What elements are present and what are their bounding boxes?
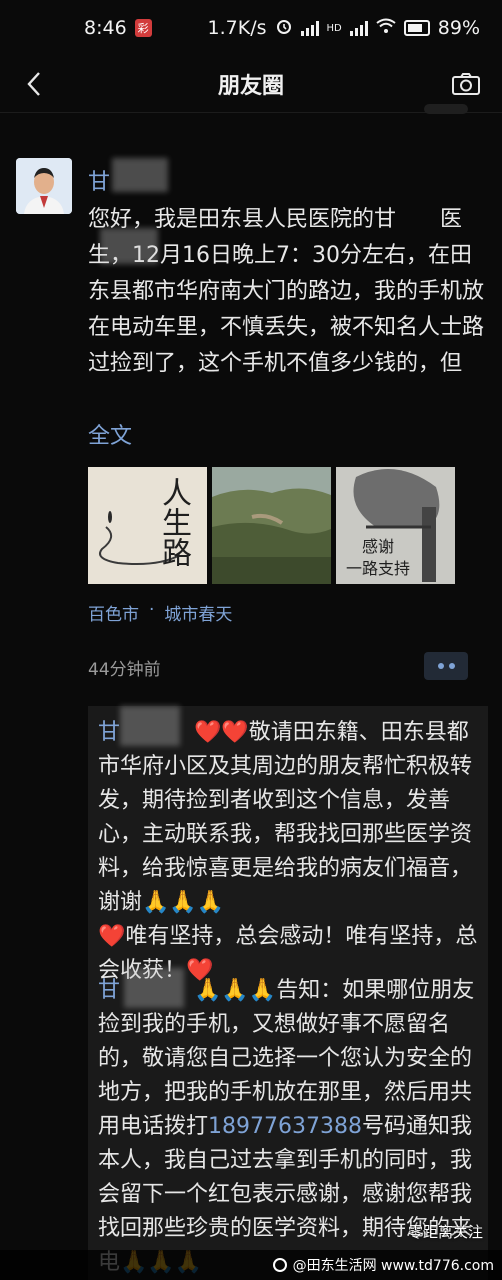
comment-author[interactable]: 甘 [98, 720, 120, 745]
watermark-bar: @田东生活网 www.td776.com [0, 1250, 502, 1280]
battery-icon [403, 20, 430, 36]
phone-number-link[interactable]: 18977637388 [208, 1114, 362, 1139]
more-actions-button[interactable] [424, 652, 468, 680]
post-author-name[interactable]: 甘 [88, 164, 110, 196]
watermark-source: @田东生活网 www.td776.com [292, 1258, 494, 1274]
comment-text: ❤️❤️敬请田东籍、田东县都市华府小区及其周边的朋友帮忙积极转发，期待捡到者收到… [98, 720, 478, 983]
status-bar: 8:46 彩 1.7K/s HD 89% [0, 0, 502, 56]
photo-caption: 人生路 [156, 477, 191, 567]
photo-life-road[interactable]: 人生路 [88, 467, 207, 584]
post-timestamp: 44分钟前 [88, 660, 161, 680]
avatar[interactable] [16, 158, 72, 214]
comment-author[interactable]: 甘 [98, 978, 120, 1003]
location-dot: · [149, 600, 155, 620]
battery-level: 89% [437, 17, 480, 39]
chevron-left-icon[interactable] [16, 66, 52, 102]
wifi-icon [376, 17, 396, 39]
location-city[interactable]: 百色市 [88, 600, 139, 625]
network-speed: 1.7K/s [207, 17, 267, 39]
camera-icon[interactable] [448, 66, 484, 102]
comments-section: 甘 ❤️❤️敬请田东籍、田东县都市华府小区及其周边的朋友帮忙积极转发，期待捡到者收… [88, 706, 488, 1280]
hd-label: HD [326, 22, 342, 34]
page-title: 朋友圈 [217, 74, 284, 99]
watermark-caption: 零距离关注 [408, 1223, 484, 1241]
previous-post-more-button[interactable] [424, 104, 468, 114]
photo-landscape[interactable] [212, 467, 331, 584]
photo-caption-2: 一路支持 [346, 559, 411, 578]
photo-thanks[interactable]: 感谢 一路支持 [336, 467, 455, 584]
location-place[interactable]: 城市春天 [164, 600, 232, 625]
watermark-logo-icon [272, 1258, 287, 1272]
photo-caption-1: 感谢 [362, 537, 395, 556]
full-text-link[interactable]: 全文 [88, 418, 132, 450]
signal-icon-2 [349, 20, 368, 36]
status-time: 8:46 [84, 17, 127, 39]
text-redaction [100, 228, 158, 264]
alarm-icon [275, 17, 293, 40]
comment-author-redaction [120, 706, 180, 746]
notification-icon: 彩 [134, 19, 152, 37]
comment-item[interactable]: 甘 ❤️❤️敬请田东籍、田东县都市华府小区及其周边的朋友帮忙积极转发，期待捡到者收… [98, 716, 482, 988]
post-photos: 人生路 感谢 一路支持 [88, 467, 455, 584]
comment-author-redaction [124, 968, 184, 1008]
signal-icon [300, 20, 319, 36]
post-location[interactable]: 百色市 · 城市春天 [88, 600, 232, 625]
name-redaction [112, 158, 168, 192]
